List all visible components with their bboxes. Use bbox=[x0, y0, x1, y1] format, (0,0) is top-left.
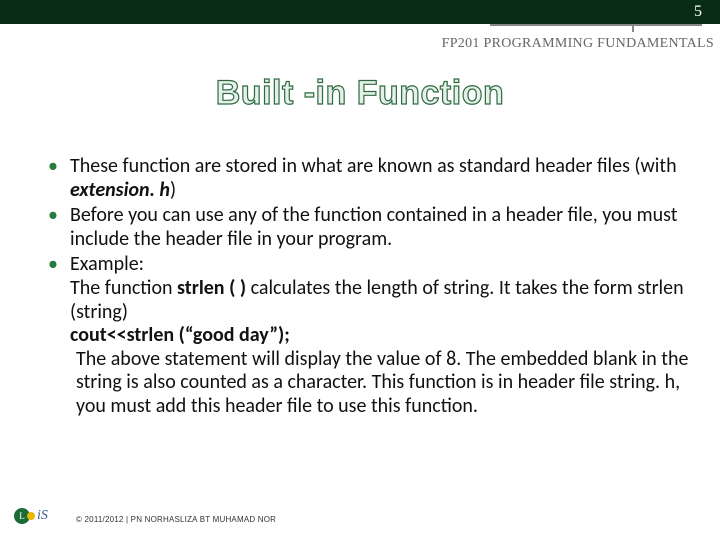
bullet-1-text-b: ) bbox=[170, 178, 176, 202]
top-bar bbox=[0, 0, 720, 24]
bullet-1-text-a: These function are stored in what are kn… bbox=[70, 154, 677, 178]
logo-text: iS bbox=[37, 508, 48, 524]
bullet-2-text: Before you can use any of the function c… bbox=[70, 203, 677, 251]
bullet-3-label: Example: bbox=[70, 252, 144, 276]
b3-l1-b: strlen ( ) bbox=[177, 276, 246, 300]
bullet-1: These function are stored in what are kn… bbox=[48, 155, 692, 202]
footer-logo: LiS bbox=[14, 506, 58, 528]
copyright-text: © 2011/2012 | PN NORHASLIZA BT MUHAMAD N… bbox=[76, 515, 276, 524]
top-underline bbox=[490, 24, 702, 26]
slide-title: Built -in Function bbox=[0, 74, 720, 113]
bullet-3: Example: The function strlen ( ) calcula… bbox=[48, 253, 692, 418]
bullet-3-line2: cout<<strlen (“good day”); bbox=[70, 324, 692, 348]
body-text: These function are stored in what are kn… bbox=[48, 155, 692, 421]
course-code: FP201 PROGRAMMING FUNDAMENTALS bbox=[442, 36, 714, 52]
bullet-3-line1: The function strlen ( ) calculates the l… bbox=[70, 277, 692, 324]
logo-dot-icon bbox=[27, 512, 35, 520]
b3-l1-a: The function bbox=[70, 276, 177, 300]
slide: 5 FP201 PROGRAMMING FUNDAMENTALS Built -… bbox=[0, 0, 720, 540]
bullet-1-ext: extension. h bbox=[70, 178, 170, 202]
top-sep bbox=[632, 26, 634, 32]
page-number: 5 bbox=[694, 3, 702, 21]
bullet-2: Before you can use any of the function c… bbox=[48, 204, 692, 251]
bullet-3-line3: The above statement will display the val… bbox=[70, 348, 692, 419]
